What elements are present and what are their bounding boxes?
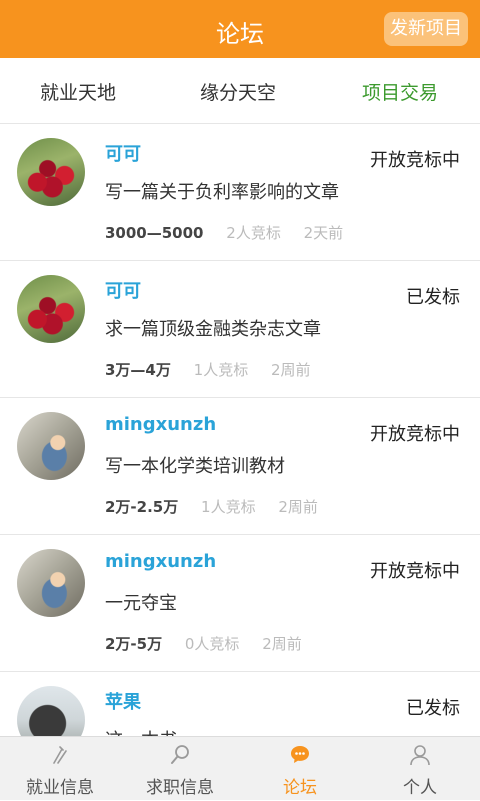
avatar[interactable] bbox=[17, 138, 85, 206]
tab-dating[interactable]: 缘分天空 bbox=[200, 78, 276, 105]
nav-label: 论坛 bbox=[283, 778, 317, 798]
bid-count: 2人竞标 bbox=[226, 224, 281, 242]
post-meta: 2万-5万 0人竞标 2周前 bbox=[105, 633, 302, 654]
nav-forum[interactable]: 论坛 bbox=[240, 737, 360, 801]
post-subject: 这一本书 bbox=[105, 726, 177, 736]
post-list: 可可 开放竞标中 写一篇关于负利率影响的文章 3000—5000 2人竞标 2天… bbox=[0, 124, 480, 736]
avatar[interactable] bbox=[17, 686, 85, 736]
bid-count: 1人竞标 bbox=[201, 498, 256, 516]
username[interactable]: 苹果 bbox=[105, 688, 141, 714]
post-time: 2周前 bbox=[262, 635, 302, 653]
post-subject: 写一篇关于负利率影响的文章 bbox=[105, 182, 339, 203]
nav-label: 就业信息 bbox=[26, 778, 94, 798]
list-item[interactable]: 苹果 已发标 这一本书 bbox=[0, 672, 480, 736]
avatar[interactable] bbox=[17, 275, 85, 343]
status-label: 已发标 bbox=[406, 287, 460, 308]
tab-project-trading[interactable]: 项目交易 bbox=[362, 78, 438, 105]
bottom-nav: 就业信息 求职信息 论坛 个人 bbox=[0, 736, 480, 800]
nav-job-info[interactable]: 就业信息 bbox=[0, 737, 120, 801]
avatar[interactable] bbox=[17, 549, 85, 617]
person-icon bbox=[410, 745, 430, 766]
nav-label: 求职信息 bbox=[146, 778, 214, 798]
job-icon bbox=[53, 746, 67, 764]
app-header: 论坛 发新项目 bbox=[0, 0, 480, 58]
post-meta: 2万-2.5万 1人竞标 2周前 bbox=[105, 496, 318, 517]
nav-label: 个人 bbox=[403, 778, 437, 798]
username[interactable]: mingxunzh bbox=[105, 414, 216, 435]
list-item[interactable]: 可可 已发标 求一篇顶级金融类杂志文章 3万—4万 1人竞标 2周前 bbox=[0, 261, 480, 398]
price-range: 2万-2.5万 bbox=[105, 498, 179, 516]
status-label: 开放竞标中 bbox=[370, 150, 460, 171]
post-subject: 写一本化学类培训教材 bbox=[105, 456, 285, 477]
username[interactable]: 可可 bbox=[105, 277, 141, 303]
price-range: 3000—5000 bbox=[105, 224, 204, 242]
nav-personal[interactable]: 个人 bbox=[360, 737, 480, 801]
bid-count: 1人竞标 bbox=[193, 361, 249, 379]
tab-employment[interactable]: 就业天地 bbox=[40, 78, 116, 105]
list-item[interactable]: mingxunzh 开放竞标中 写一本化学类培训教材 2万-2.5万 1人竞标 … bbox=[0, 398, 480, 535]
post-time: 2天前 bbox=[303, 224, 344, 242]
username[interactable]: mingxunzh bbox=[105, 551, 216, 572]
post-subject: 求一篇顶级金融类杂志文章 bbox=[105, 319, 321, 340]
username[interactable]: 可可 bbox=[105, 140, 141, 166]
avatar[interactable] bbox=[17, 412, 85, 480]
post-time: 2周前 bbox=[270, 361, 311, 379]
search-icon bbox=[171, 745, 189, 764]
post-subject: 一元夺宝 bbox=[105, 593, 177, 614]
list-item[interactable]: mingxunzh 开放竞标中 一元夺宝 2万-5万 0人竞标 2周前 bbox=[0, 535, 480, 672]
new-project-button[interactable]: 发新项目 bbox=[384, 12, 468, 46]
price-range: 2万-5万 bbox=[105, 635, 163, 653]
list-item[interactable]: 可可 开放竞标中 写一篇关于负利率影响的文章 3000—5000 2人竞标 2天… bbox=[0, 124, 480, 261]
status-label: 开放竞标中 bbox=[370, 561, 460, 582]
status-label: 已发标 bbox=[406, 698, 460, 719]
nav-job-seeking[interactable]: 求职信息 bbox=[120, 737, 240, 801]
price-range: 3万—4万 bbox=[105, 361, 171, 379]
bid-count: 0人竞标 bbox=[184, 635, 240, 653]
status-label: 开放竞标中 bbox=[370, 424, 460, 445]
category-tabs: 就业天地 缘分天空 项目交易 bbox=[0, 58, 480, 124]
post-meta: 3万—4万 1人竞标 2周前 bbox=[105, 359, 311, 380]
chat-bubble-icon bbox=[291, 746, 309, 763]
post-time: 2周前 bbox=[278, 498, 318, 516]
post-meta: 3000—5000 2人竞标 2天前 bbox=[105, 222, 343, 243]
